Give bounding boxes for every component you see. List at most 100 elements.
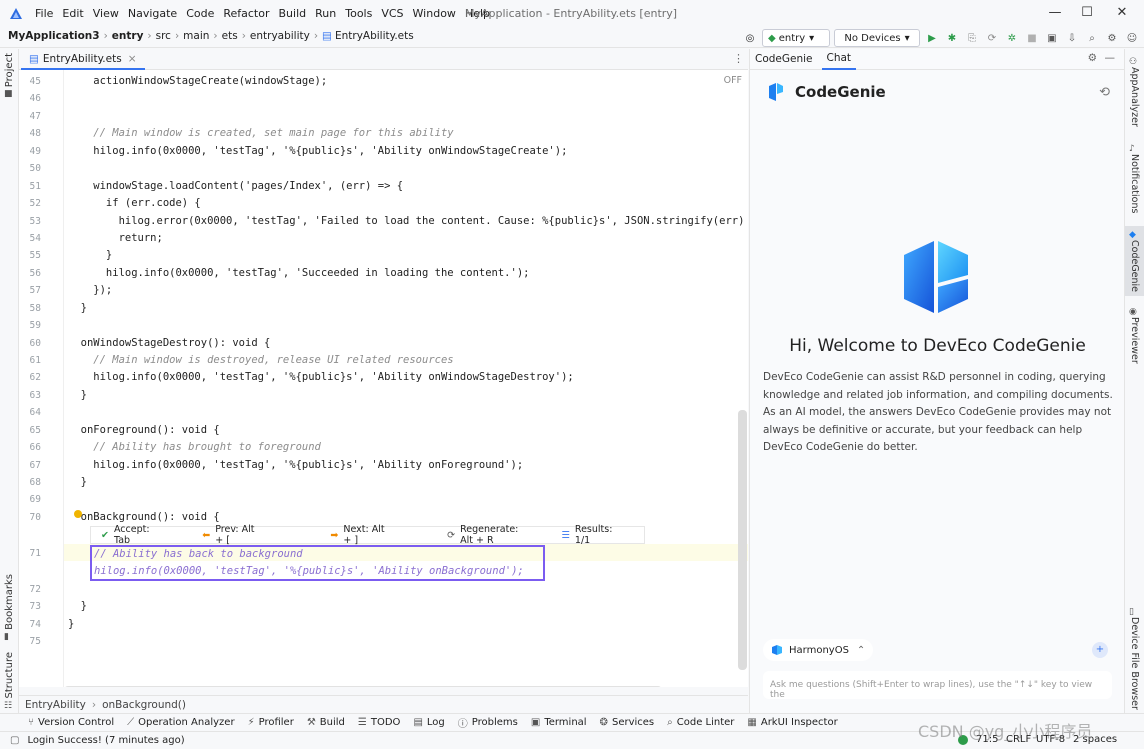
stop-icon[interactable]: ■	[1024, 29, 1040, 47]
breadcrumb-module[interactable]: entry	[112, 30, 144, 42]
code-editor[interactable]: 45 46 47 48 49 50 51 52 53 54 55 56 57 5…	[19, 70, 748, 687]
tab-codegenie[interactable]: CodeGenie	[750, 49, 818, 70]
menu-build[interactable]: Build	[279, 7, 307, 20]
breadcrumb-class[interactable]: EntryAbility	[25, 699, 86, 711]
sdk-manager-icon[interactable]: ⇩	[1064, 29, 1080, 47]
breadcrumb-src[interactable]: src	[156, 30, 171, 42]
history-icon[interactable]: ⟲	[1099, 85, 1110, 100]
new-chat-icon[interactable]: +	[1092, 642, 1108, 658]
attach-debugger-icon[interactable]: ⎘	[964, 29, 980, 47]
vertical-scrollbar[interactable]	[738, 410, 747, 670]
regenerate-button[interactable]: ⟳ Regenerate: Alt + R	[447, 524, 547, 546]
menu-vcs[interactable]: VCS	[381, 7, 403, 20]
code-line: hilog.info(0x0000, 'testTag', '%{public}…	[68, 459, 524, 471]
problems-tool[interactable]: ⓘ Problems	[458, 715, 518, 730]
maximize-button[interactable]: ☐	[1070, 3, 1104, 23]
previewer-tool-window[interactable]: ◉ Previewer	[1129, 307, 1140, 364]
hot-reload-icon[interactable]: ✲	[1004, 29, 1020, 47]
log-label: Log	[426, 717, 445, 728]
account-icon[interactable]: ☺	[1124, 29, 1140, 47]
build-tool[interactable]: ⚒ Build	[307, 717, 345, 728]
terminal-icon: ▣	[530, 717, 541, 728]
terminal-tool[interactable]: ▣ Terminal	[531, 717, 587, 728]
menu-run[interactable]: Run	[315, 7, 336, 20]
minimize-panel-icon[interactable]: —	[1105, 52, 1116, 64]
menu-navigate[interactable]: Navigate	[128, 7, 177, 20]
close-tab-icon[interactable]: ×	[128, 53, 137, 65]
structure-tool-label: Structure	[4, 652, 15, 699]
breadcrumb-entryability[interactable]: entryability	[250, 30, 310, 42]
next-suggestion-button[interactable]: ➡ Next: Alt + ]	[330, 524, 401, 546]
arkui-inspector-tool[interactable]: ▦ ArkUI Inspector	[747, 717, 837, 728]
layout-icon[interactable]: ▢	[10, 735, 19, 746]
log-tool[interactable]: ▤ Log	[413, 717, 444, 728]
intention-bulb-icon[interactable]	[74, 510, 82, 518]
device-file-browser-tool-window[interactable]: ▯ Device File Browser	[1129, 607, 1140, 710]
services-label: Services	[611, 717, 655, 728]
debug-icon[interactable]: ✱	[944, 29, 960, 47]
version-control-label: Version Control	[38, 717, 115, 728]
services-tool[interactable]: ❂ Services	[600, 717, 655, 728]
eye-icon: ◉	[1129, 307, 1137, 317]
version-control-tool[interactable]: ⑂ Version Control	[28, 717, 114, 728]
appanalyzer-tool-window[interactable]: ⚇ AppAnalyzer	[1129, 57, 1140, 127]
device-icon: ▯	[1129, 607, 1134, 617]
menu-edit[interactable]: Edit	[62, 7, 83, 20]
module-select[interactable]: ◆ entry ▾	[762, 29, 830, 47]
profiler-tool[interactable]: ⚡ Profiler	[248, 717, 294, 728]
menu-code[interactable]: Code	[186, 7, 214, 20]
ets-file-icon: ▤	[29, 52, 39, 65]
device-select[interactable]: No Devices ▾	[834, 29, 920, 47]
menu-window[interactable]: Window	[413, 7, 456, 20]
results-button[interactable]: ☰ Results: 1/1	[561, 524, 630, 546]
suggestion-line: // Ability has back to background	[94, 548, 303, 560]
line-number: 71	[29, 548, 41, 559]
menu-refactor[interactable]: Refactor	[223, 7, 269, 20]
chat-input[interactable]: Ask me questions (Shift+Enter to wrap li…	[763, 671, 1112, 700]
os-selector[interactable]: HarmonyOS ⌃	[763, 639, 874, 661]
code-linter-tool[interactable]: ⌕ Code Linter	[667, 717, 734, 728]
todo-tool[interactable]: ☰ TODO	[358, 717, 401, 728]
line-number: 69	[29, 494, 41, 505]
menu-file[interactable]: File	[35, 7, 53, 20]
codegenie-tool-window[interactable]: ◆ CodeGenie	[1125, 226, 1144, 296]
device-select-value: No Devices	[844, 32, 901, 44]
ai-suggestion-preview[interactable]: // Ability has back to background hilog.…	[90, 545, 545, 581]
settings-icon[interactable]: ⚙	[1088, 52, 1097, 64]
breadcrumb-main[interactable]: main	[183, 30, 209, 42]
breadcrumb-project[interactable]: MyApplication3	[8, 30, 100, 42]
more-tabs-icon[interactable]: ⋮	[733, 52, 744, 65]
log-icon: ▤	[413, 717, 423, 728]
device-manager-icon[interactable]: ▣	[1044, 29, 1060, 47]
breadcrumb-ets[interactable]: ets	[222, 30, 238, 42]
accept-suggestion-button[interactable]: ✔ Accept: Tab	[101, 524, 168, 546]
arkui-inspector-label: ArkUI Inspector	[760, 717, 838, 728]
settings-icon[interactable]: ⚙	[1104, 29, 1120, 47]
menu-tools[interactable]: Tools	[345, 7, 372, 20]
minimize-button[interactable]: —	[1038, 3, 1072, 23]
target-icon[interactable]: ◎	[742, 29, 758, 47]
breadcrumb-method[interactable]: onBackground()	[102, 699, 186, 711]
notifications-tool-window[interactable]: ♪ Notifications	[1129, 144, 1140, 213]
structure-tool-window[interactable]: Structure ☷	[4, 652, 15, 711]
hammer-icon: ⚒	[306, 717, 316, 728]
run-icon[interactable]: ▶	[924, 29, 940, 47]
left-tool-strip: Project ■ Bookmarks ▮ Structure ☷	[0, 49, 19, 713]
line-number: 75	[29, 636, 41, 647]
tab-entryability[interactable]: ▤ EntryAbility.ets ×	[21, 49, 145, 70]
menu-view[interactable]: View	[93, 7, 119, 20]
operation-analyzer-tool[interactable]: ⟋ Operation Analyzer	[127, 717, 234, 728]
profile-icon[interactable]: ⟳	[984, 29, 1000, 47]
list-icon: ☰	[357, 717, 367, 728]
inlay-off-toggle[interactable]: OFF	[724, 75, 742, 86]
breadcrumb-file[interactable]: EntryAbility.ets	[335, 30, 414, 42]
bookmarks-tool-window[interactable]: Bookmarks ▮	[4, 574, 15, 642]
prev-suggestion-button[interactable]: ⬅ Prev: Alt + [	[202, 524, 271, 546]
close-button[interactable]: ✕	[1105, 3, 1139, 23]
tab-chat[interactable]: Chat	[821, 49, 857, 70]
module-icon: ◆	[768, 32, 776, 44]
horizontal-scrollbar[interactable]	[64, 686, 662, 687]
project-tool-window[interactable]: Project ■	[4, 53, 15, 99]
line-number: 50	[29, 163, 41, 174]
search-icon[interactable]: ⌕	[1084, 29, 1100, 47]
